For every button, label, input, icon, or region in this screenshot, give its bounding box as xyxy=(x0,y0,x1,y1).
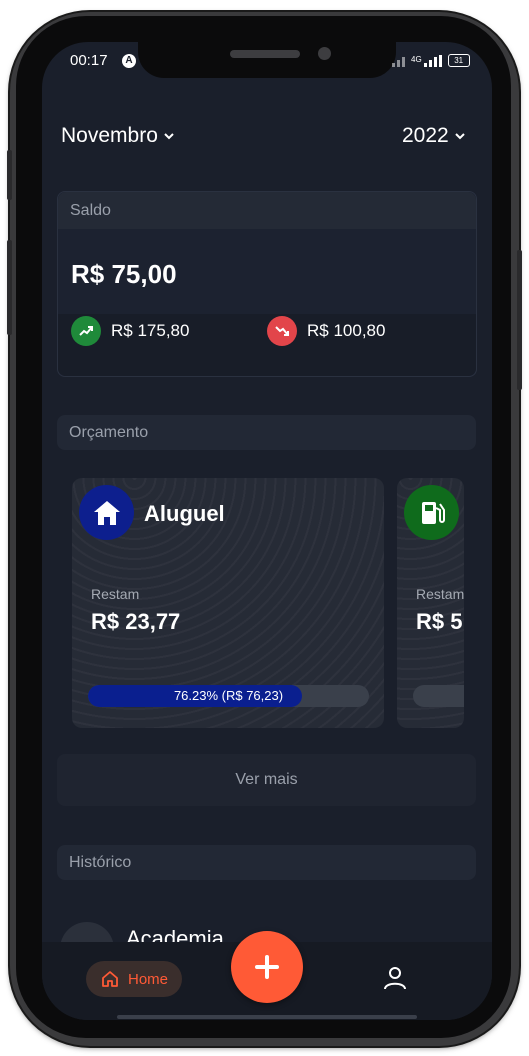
month-label: Novembro xyxy=(61,124,158,147)
battery-level: 31 xyxy=(454,56,464,65)
income-value: R$ 175,80 xyxy=(111,321,190,340)
signal-strength-icon xyxy=(423,54,442,67)
history-section-header: Histórico xyxy=(57,845,476,880)
status-time: 00:17 xyxy=(70,52,108,69)
network-type: 4G xyxy=(411,54,422,64)
phone-side-button xyxy=(7,240,12,335)
remaining-label: Restam xyxy=(416,586,464,602)
phone-side-button xyxy=(517,250,522,390)
balance-value: R$ 75,00 xyxy=(71,259,177,289)
phone-side-button xyxy=(7,150,12,200)
plus-icon xyxy=(255,955,279,979)
expense-value: R$ 100,80 xyxy=(307,321,386,340)
balance-card: Saldo R$ 75,00 R$ 175,80 R$ 100,80 xyxy=(57,191,477,377)
chevron-down-icon xyxy=(455,133,465,140)
trending-up-icon xyxy=(71,316,101,346)
remaining-value: R$ 23,77 xyxy=(91,609,181,634)
budget-progress-text: 76.23% (R$ 76,23) xyxy=(173,688,284,703)
nav-home-button[interactable]: Home xyxy=(86,961,182,997)
budget-card-aluguel[interactable]: Aluguel Restam R$ 23,77 76.23% (R$ 76,23… xyxy=(72,478,384,728)
signal-icon xyxy=(392,55,405,67)
year-selector[interactable]: 2022 xyxy=(402,124,467,148)
budget-category-name: Aluguel xyxy=(144,501,225,526)
house-icon xyxy=(79,485,134,540)
income-summary: R$ 175,80 xyxy=(71,316,189,346)
speaker-grille xyxy=(230,50,300,58)
see-more-button[interactable]: Ver mais xyxy=(57,754,476,806)
chevron-down-icon xyxy=(164,133,174,140)
app-screen: 00:17 A 4G 31 Novembro 2022 Saldo R$ 75,… xyxy=(42,42,492,1020)
budget-card-fuel[interactable]: Restam R$ 5 xyxy=(397,478,464,728)
budget-progress-bar: 76.23% (R$ 76,23) xyxy=(88,685,369,707)
budget-section-header: Orçamento xyxy=(57,415,476,450)
camera-notch xyxy=(138,42,396,78)
app-notification-icon: A xyxy=(122,54,136,68)
battery-icon: 31 xyxy=(447,54,470,67)
add-transaction-button[interactable] xyxy=(231,931,303,1003)
budget-progress-bar xyxy=(413,685,464,707)
nav-home-label: Home xyxy=(127,970,168,988)
front-camera xyxy=(318,47,331,60)
month-selector[interactable]: Novembro xyxy=(61,124,176,148)
home-icon xyxy=(102,971,118,987)
remaining-value: R$ 5 xyxy=(416,609,463,634)
remaining-label: Restam xyxy=(91,586,140,602)
gas-pump-icon xyxy=(404,485,459,540)
trending-down-icon xyxy=(267,316,297,346)
year-label: 2022 xyxy=(402,124,449,147)
status-indicators: 4G 31 xyxy=(392,54,470,67)
gesture-bar xyxy=(117,1015,417,1019)
user-profile-icon[interactable] xyxy=(382,965,408,991)
balance-header: Saldo xyxy=(58,192,476,229)
expense-summary: R$ 100,80 xyxy=(267,316,385,346)
